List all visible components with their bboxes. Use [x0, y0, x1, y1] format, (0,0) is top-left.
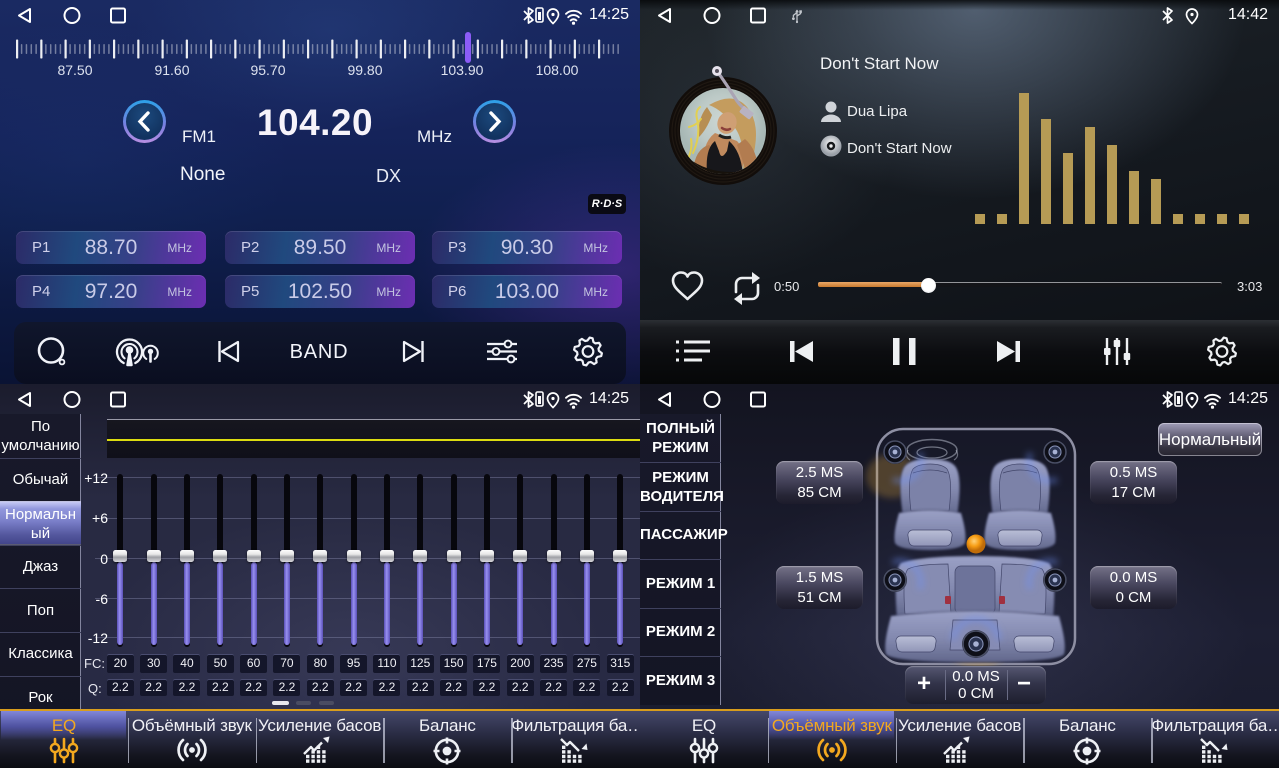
svg-text:91.60: 91.60	[154, 62, 189, 78]
svg-text:103.90: 103.90	[441, 62, 484, 78]
svg-text:87.50: 87.50	[57, 62, 92, 78]
svg-text:108.00: 108.00	[536, 62, 579, 78]
svg-text:95.70: 95.70	[250, 62, 285, 78]
svg-text:99.80: 99.80	[347, 62, 382, 78]
